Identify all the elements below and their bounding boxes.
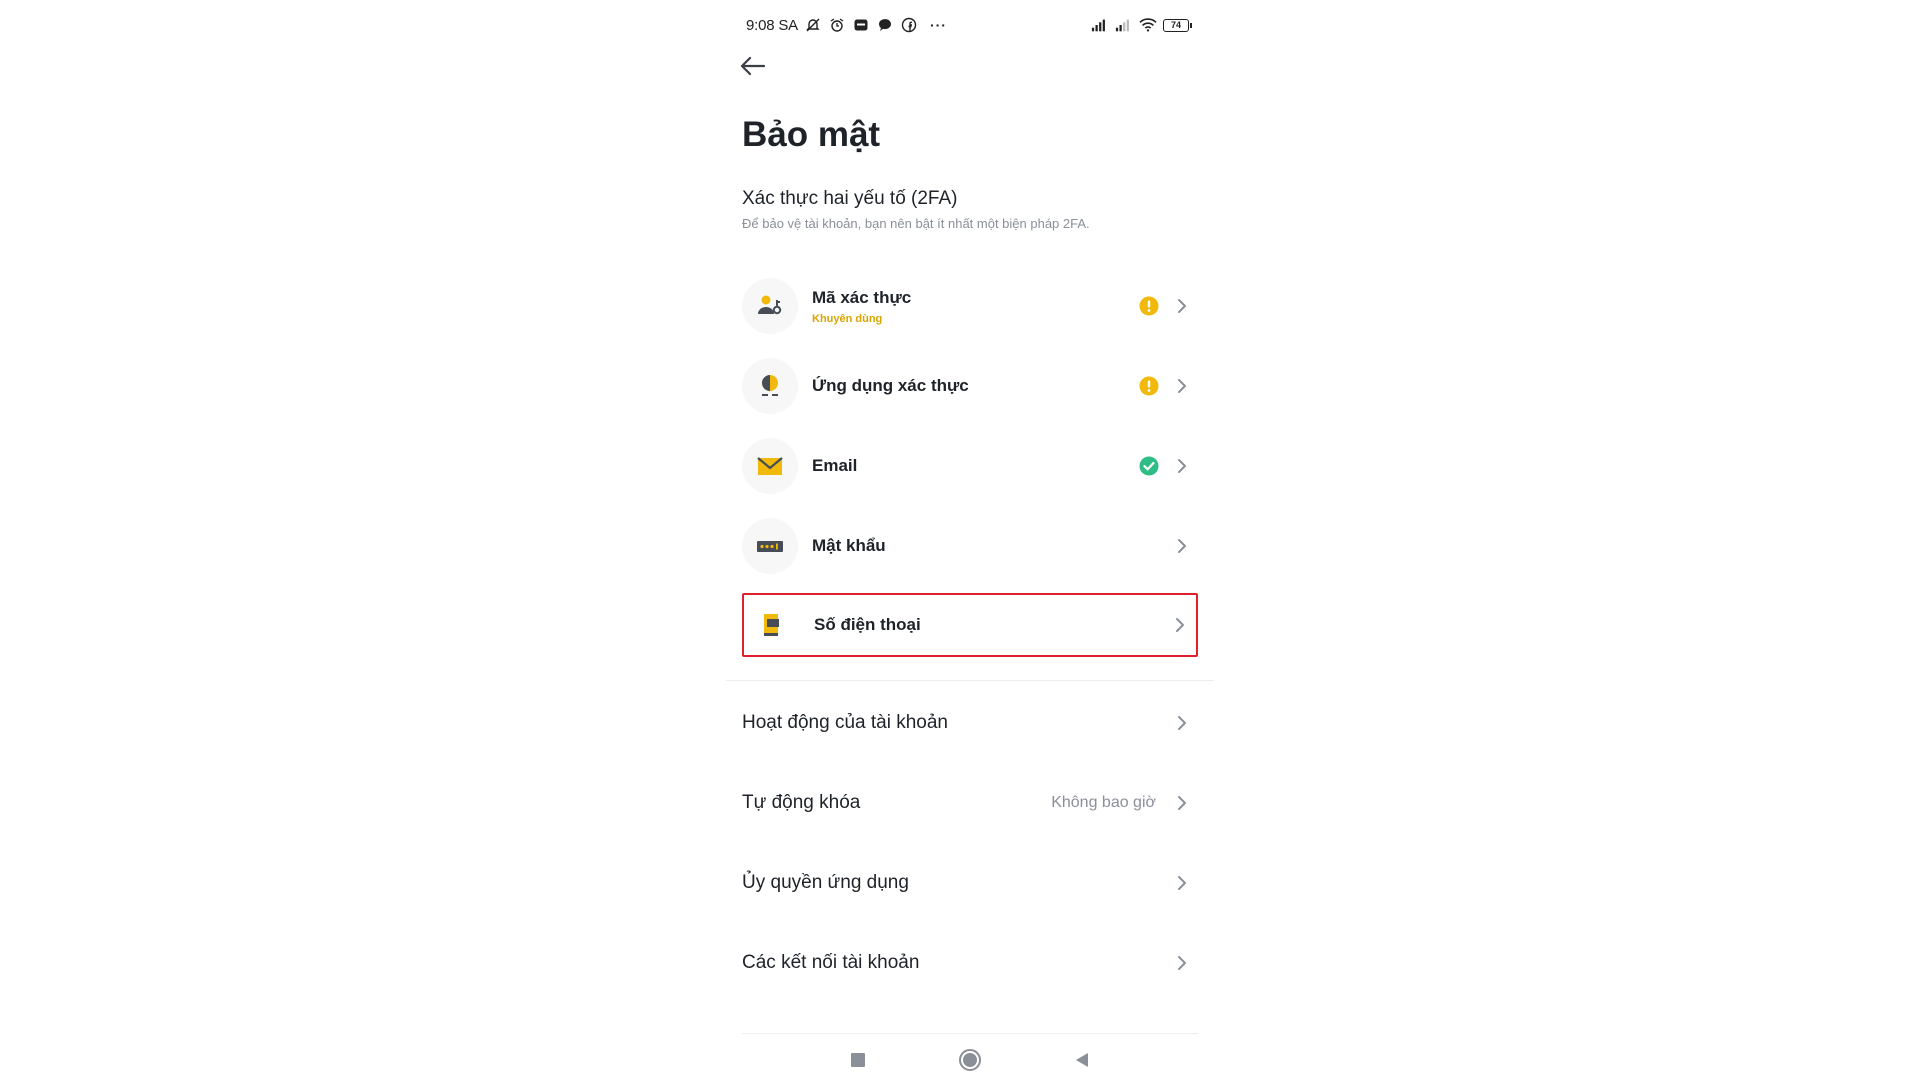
row-text: Số điện thoại bbox=[814, 615, 1172, 635]
row-text: Mật khẩu bbox=[812, 536, 1174, 556]
check-circle-icon bbox=[1138, 455, 1160, 477]
row-text: Ứng dụng xác thực bbox=[812, 376, 1138, 396]
signal-icon bbox=[1091, 16, 1109, 34]
chevron-right-icon bbox=[1174, 953, 1190, 973]
setting-label: Tự động khóa bbox=[742, 792, 861, 813]
mute-icon bbox=[804, 16, 822, 34]
envelope-icon bbox=[742, 438, 798, 494]
two-fa-item-password[interactable]: Mật khẩu bbox=[742, 514, 1198, 578]
warning-icon bbox=[1138, 295, 1160, 317]
setting-auto-lock[interactable]: Tự động khóa Không bao giờ bbox=[742, 775, 1198, 831]
facebook-icon bbox=[900, 16, 918, 34]
phone-icon bbox=[744, 597, 800, 653]
recommended-badge: Khuyên dùng bbox=[812, 312, 883, 325]
status-bar: 9:08 SA ··· 74 bbox=[746, 12, 1192, 38]
row-label: Email bbox=[812, 456, 858, 475]
row-text: Mã xác thực Khuyên dùng bbox=[812, 288, 1138, 325]
two-fa-title: Xác thực hai yếu tố (2FA) bbox=[742, 188, 958, 209]
chat-icon bbox=[876, 16, 894, 34]
page-title: Bảo mật bbox=[742, 115, 881, 154]
recent-apps-icon bbox=[851, 1053, 865, 1067]
back-nav-icon bbox=[1076, 1053, 1088, 1067]
chevron-right-icon bbox=[1174, 296, 1190, 316]
two-fa-item-phone[interactable]: Số điện thoại bbox=[742, 593, 1198, 657]
two-fa-item-email[interactable]: Email bbox=[742, 434, 1198, 498]
setting-account-activity[interactable]: Hoạt động của tài khoản bbox=[742, 695, 1198, 751]
home-button[interactable] bbox=[957, 1047, 983, 1073]
arrow-left-icon bbox=[740, 56, 766, 76]
authenticator-icon bbox=[742, 358, 798, 414]
row-label: Mã xác thực bbox=[812, 287, 912, 307]
chevron-right-icon bbox=[1174, 713, 1190, 733]
home-icon bbox=[959, 1049, 981, 1071]
chevron-right-icon bbox=[1174, 456, 1190, 476]
more-notifications-icon: ··· bbox=[929, 17, 947, 33]
setting-account-connections[interactable]: Các kết nối tài khoản bbox=[742, 935, 1198, 991]
phone-screen: 9:08 SA ··· 74 Bảo mật Xác thực hai yếu … bbox=[722, 0, 1218, 1080]
chevron-right-icon bbox=[1172, 615, 1188, 635]
password-icon bbox=[742, 518, 798, 574]
warning-icon bbox=[1138, 375, 1160, 397]
recent-apps-button[interactable] bbox=[845, 1047, 871, 1073]
back-nav-button[interactable] bbox=[1069, 1047, 1095, 1073]
status-time: 9:08 SA bbox=[746, 16, 798, 34]
back-button[interactable] bbox=[740, 50, 780, 82]
passkey-icon bbox=[742, 278, 798, 334]
battery-icon: 74 bbox=[1163, 18, 1192, 32]
zalo-icon bbox=[852, 16, 870, 34]
setting-label: Hoạt động của tài khoản bbox=[742, 712, 948, 733]
chevron-right-icon bbox=[1174, 873, 1190, 893]
row-label: Số điện thoại bbox=[814, 615, 921, 634]
status-left: 9:08 SA ··· bbox=[746, 16, 947, 34]
two-fa-item-authenticator[interactable]: Ứng dụng xác thực bbox=[742, 354, 1198, 418]
bottom-divider bbox=[742, 1033, 1198, 1034]
auto-lock-value: Không bao giờ bbox=[1051, 794, 1156, 811]
signal-2-icon bbox=[1115, 16, 1133, 34]
chevron-right-icon bbox=[1174, 536, 1190, 556]
row-text: Email bbox=[812, 456, 1138, 476]
row-label: Mật khẩu bbox=[812, 536, 886, 555]
wifi-icon bbox=[1139, 16, 1157, 34]
two-fa-item-passkey[interactable]: Mã xác thực Khuyên dùng bbox=[742, 274, 1198, 338]
chevron-right-icon bbox=[1174, 376, 1190, 396]
alarm-icon bbox=[828, 16, 846, 34]
status-right: 74 bbox=[1091, 16, 1192, 34]
battery-level: 74 bbox=[1163, 18, 1189, 32]
section-divider bbox=[726, 680, 1214, 681]
setting-label: Các kết nối tài khoản bbox=[742, 952, 920, 973]
system-nav-bar bbox=[722, 1040, 1218, 1080]
setting-label: Ủy quyền ứng dụng bbox=[742, 872, 909, 893]
two-fa-subtitle: Để bảo vệ tài khoản, bạn nên bật ít nhất… bbox=[742, 216, 1090, 231]
chevron-right-icon bbox=[1174, 793, 1190, 813]
row-label: Ứng dụng xác thực bbox=[812, 376, 969, 395]
setting-app-authorization[interactable]: Ủy quyền ứng dụng bbox=[742, 855, 1198, 911]
